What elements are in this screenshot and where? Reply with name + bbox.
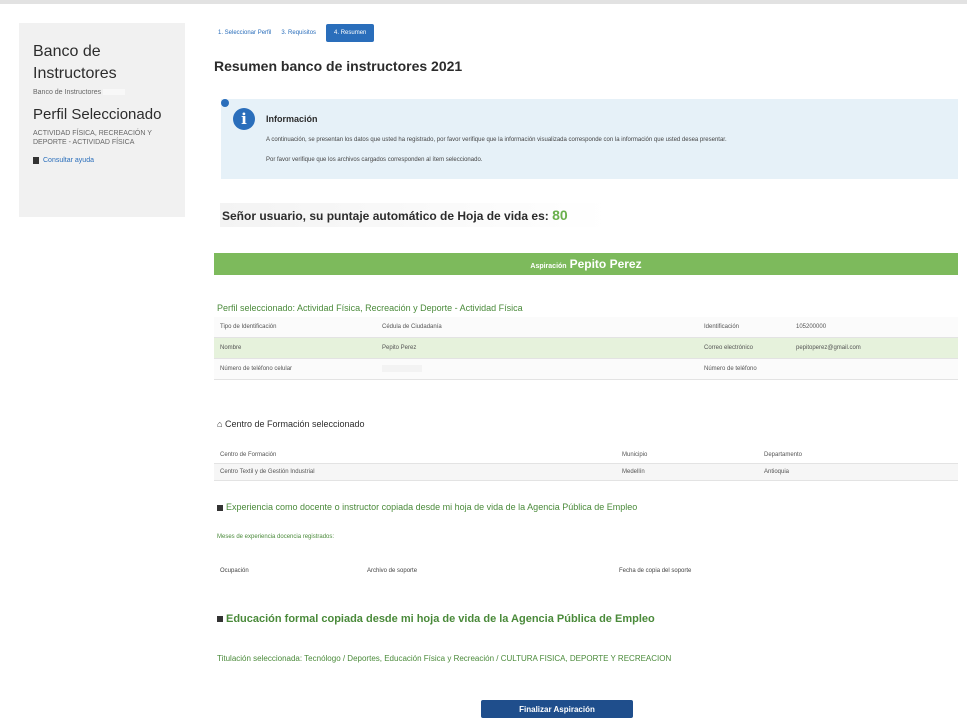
selected-profile: Perfil seleccionado: Actividad Física, R… bbox=[217, 303, 523, 313]
applicant-name: Pepito Perez bbox=[569, 257, 642, 271]
profile-value: ACTIVIDAD FÍSICA, RECREACIÓN Y DEPORTE -… bbox=[33, 130, 152, 146]
sidebar: Banco de Instructores Banco de Instructo… bbox=[19, 23, 185, 217]
table-row: Centro Textil y de Gestión Industrial Me… bbox=[214, 463, 958, 481]
info-box: i Información A continuación, se present… bbox=[221, 99, 958, 179]
education-heading: Educación formal copiada desde mi hoja d… bbox=[217, 613, 655, 625]
table-row: Nombre Pepito Perez Correo electrónico p… bbox=[214, 337, 958, 359]
info-title: Información bbox=[266, 114, 318, 124]
top-border bbox=[0, 0, 967, 4]
centro-table: Centro de Formación Municipio Departamen… bbox=[214, 447, 958, 481]
dot-marker bbox=[221, 99, 229, 107]
info-icon: i bbox=[233, 108, 255, 130]
book-icon bbox=[33, 157, 39, 164]
step-summary[interactable]: 4. Resumen bbox=[326, 24, 375, 42]
wizard-steps: 1. Seleccionar Perfil 3. Requisitos 4. R… bbox=[218, 24, 375, 42]
info-text-1: A continuación, se presentan los datos q… bbox=[266, 137, 727, 143]
home-icon: ⌂ bbox=[217, 419, 223, 429]
experience-heading: Experiencia como docente o instructor co… bbox=[217, 502, 637, 512]
score-value: 80 bbox=[552, 207, 568, 223]
book-icon bbox=[217, 504, 223, 511]
book-icon bbox=[217, 616, 223, 623]
profile-heading: Perfil Seleccionado bbox=[33, 106, 162, 123]
step-requirements[interactable]: 3. Requisitos bbox=[281, 30, 316, 36]
personal-data-table: Tipo de Identificación Cédula de Ciudada… bbox=[214, 317, 958, 380]
page-title: Resumen banco de instructores 2021 bbox=[214, 58, 463, 74]
experience-table: Ocupación Archivo de soporte Fecha de co… bbox=[214, 560, 958, 582]
experience-months: Meses de experiencia docencia registrado… bbox=[217, 534, 335, 540]
table-row: Tipo de Identificación Cédula de Ciudada… bbox=[214, 317, 958, 338]
centro-heading: ⌂ Centro de Formación seleccionado bbox=[217, 419, 365, 429]
table-header: Centro de Formación Municipio Departamen… bbox=[214, 447, 958, 464]
sidebar-title: Banco de Instructores bbox=[33, 43, 117, 82]
info-text-2: Por favor verifique que los archivos car… bbox=[266, 157, 483, 163]
titulacion: Titulación seleccionada: Tecnólogo / Dep… bbox=[217, 654, 672, 663]
table-header: Ocupación Archivo de soporte Fecha de co… bbox=[220, 568, 692, 574]
finalize-button[interactable]: Finalizar Aspiración bbox=[481, 700, 633, 718]
sidebar-subtitle: Banco de Instructores bbox=[33, 89, 171, 96]
step-select-profile[interactable]: 1. Seleccionar Perfil bbox=[218, 30, 271, 36]
score-line: Señor usuario, su puntaje automático de … bbox=[222, 207, 568, 223]
aspiration-banner: Aspiración Pepito Perez bbox=[214, 253, 958, 275]
help-link[interactable]: Consultar ayuda bbox=[33, 157, 171, 164]
table-row: Número de teléfono celular Número de tel… bbox=[214, 358, 958, 380]
